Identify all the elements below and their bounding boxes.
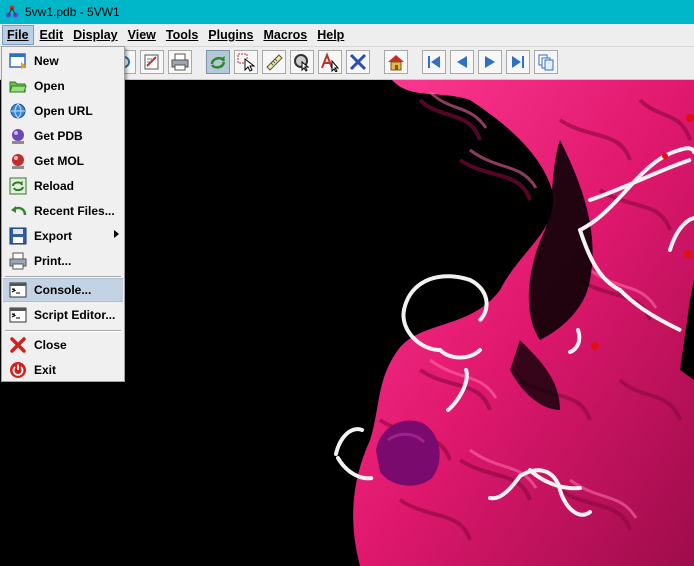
pick-icon [237,53,256,72]
menu-macros-label: Macros [263,28,308,42]
first-frame-button[interactable] [422,50,446,74]
label-atom-button[interactable] [318,50,342,74]
menu-item-open[interactable]: Open [3,74,123,98]
window-title: 5vw1.pdb - 5VW1 [25,5,120,19]
menu-help-label: Help [317,28,345,42]
menu-edit-label: Edit [39,28,64,42]
menu-item-new[interactable]: New [3,49,123,73]
submenu-arrow-icon [114,230,119,238]
rotate-button[interactable] [206,50,230,74]
menu-item-get-pdb[interactable]: Get PDB [3,124,123,148]
menu-item-export-label: Export [34,229,73,243]
previous-frame-icon [457,56,467,68]
menu-separator [5,330,121,332]
mol-molecule-icon [9,152,27,170]
menu-item-open-url[interactable]: Open URL [3,99,123,123]
label-atom-icon [321,52,340,72]
menu-item-get-mol[interactable]: Get MOL [3,149,123,173]
menu-item-reload-label: Reload [34,179,75,193]
jmol-app-icon [6,5,18,18]
first-frame-icon [428,56,440,68]
menu-display[interactable]: Display [69,25,121,45]
menu-item-exit[interactable]: Exit [3,358,123,382]
menu-macros[interactable]: Macros [259,25,311,45]
globe-icon [9,102,27,120]
menu-file-label: File [7,28,29,42]
pick-button[interactable] [234,50,258,74]
menu-item-console[interactable]: Console... [3,278,123,302]
print-icon [171,53,189,71]
print-button[interactable] [168,50,192,74]
rotate-icon [210,56,226,69]
menu-item-open-url-label: Open URL [34,104,93,118]
menu-view-label: View [127,28,156,42]
menu-item-export[interactable]: Export [3,224,123,248]
menu-plugins-label: Plugins [208,28,254,42]
menu-view[interactable]: View [124,25,160,45]
menu-item-script-editor-label: Script Editor... [34,308,116,322]
menu-item-print-label: Print... [34,254,72,268]
file-menu-dropdown: New Open Open URL Get PDB Get MOL Reload… [1,46,125,382]
drag-move-icon [349,53,367,71]
home-icon [388,55,404,71]
menu-tools-label: Tools [165,28,199,42]
menu-item-recent-files[interactable]: Recent Files... [3,199,123,223]
recent-files-icon [9,202,27,220]
drag-move-button[interactable] [346,50,370,74]
last-frame-icon [512,56,524,68]
menu-item-print[interactable]: Print... [3,249,123,273]
printer-icon [9,252,27,270]
edit-script-button[interactable] [140,50,164,74]
measure-ruler-icon [266,54,283,71]
edit-script-icon [144,54,159,70]
menu-item-script-editor[interactable]: Script Editor... [3,303,123,327]
new-file-icon [9,52,27,70]
pdb-molecule-icon [9,127,27,145]
next-frame-button[interactable] [478,50,502,74]
title-bar: 5vw1.pdb - 5VW1 [0,0,694,24]
spin-button[interactable] [290,50,314,74]
power-icon [9,361,27,379]
menu-item-close[interactable]: Close [3,333,123,357]
reload-icon [9,177,27,195]
floppy-disk-icon [9,227,27,245]
menu-item-get-mol-label: Get MOL [34,154,84,168]
menu-plugins[interactable]: Plugins [204,25,257,45]
menu-tools[interactable]: Tools [162,25,202,45]
menu-item-exit-label: Exit [34,363,57,377]
next-frame-icon [485,56,495,68]
previous-frame-button[interactable] [450,50,474,74]
menu-help[interactable]: Help [313,25,348,45]
menu-file[interactable]: File [2,25,34,45]
home-button[interactable] [384,50,408,74]
menu-item-get-pdb-label: Get PDB [34,129,83,143]
menu-display-label: Display [73,28,118,42]
menu-edit[interactable]: Edit [36,25,68,45]
menu-item-new-label: New [34,54,59,68]
last-frame-button[interactable] [506,50,530,74]
console-icon [9,281,27,299]
menu-bar: File Edit Display View Tools Plugins Mac… [0,24,694,47]
close-x-icon [9,336,27,354]
open-folder-icon [9,77,27,95]
copy-frames-button[interactable] [534,50,558,74]
measure-button[interactable] [262,50,286,74]
menu-item-close-label: Close [34,338,67,352]
menu-item-reload[interactable]: Reload [3,174,123,198]
menu-item-open-label: Open [34,79,65,93]
menu-item-console-label: Console... [34,283,92,297]
spin-icon [294,54,310,72]
menu-item-recent-files-label: Recent Files... [34,204,115,218]
script-editor-icon [9,306,27,324]
copy-frames-icon [538,54,554,71]
